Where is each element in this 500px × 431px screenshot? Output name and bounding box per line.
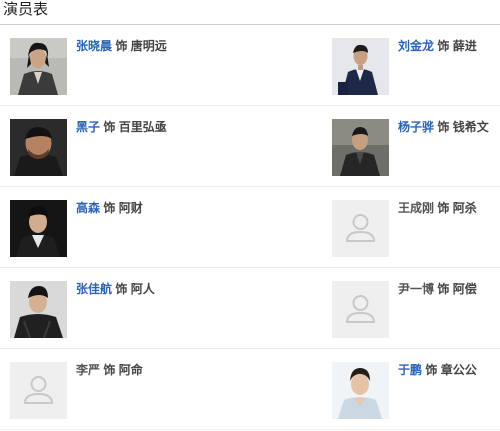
role-name: 薛进 (452, 39, 477, 53)
cast-entry: 王成刚 饰 阿杀 (332, 200, 500, 257)
cast-row: 黑子 饰 百里弘亟 杨子骅 饰 钱希文 (0, 106, 500, 187)
as-label: 饰 (437, 120, 450, 134)
actor-name: 尹一博 (398, 282, 435, 296)
as-label: 饰 (103, 120, 116, 134)
as-label: 饰 (103, 363, 116, 377)
actor-photo[interactable] (332, 362, 389, 419)
role-name: 钱希文 (452, 120, 489, 134)
role-name: 阿财 (118, 201, 143, 215)
cast-text: 杨子骅 饰 钱希文 (398, 120, 489, 134)
cast-text: 张晓晨 饰 唐明远 (76, 39, 167, 53)
as-label: 饰 (437, 201, 450, 215)
actor-photo[interactable] (10, 119, 67, 176)
cast-text: 尹一博 饰 阿偿 (398, 282, 477, 296)
actor-name-link[interactable]: 于鹏 (398, 363, 422, 377)
actor-photo[interactable] (10, 281, 67, 338)
as-label: 饰 (425, 363, 438, 377)
cast-row: 高森 饰 阿财 王成刚 饰 阿杀 (0, 187, 500, 268)
as-label: 饰 (115, 39, 128, 53)
role-name: 章公公 (440, 363, 477, 377)
actor-name-link[interactable]: 杨子骅 (398, 120, 434, 134)
cast-text: 张佳航 饰 阿人 (76, 282, 155, 296)
cast-entry: 刘金龙 饰 薛进 (332, 38, 500, 95)
as-label: 饰 (437, 282, 450, 296)
as-label: 饰 (437, 39, 450, 53)
cast-text: 于鹏 饰 章公公 (398, 363, 477, 377)
role-name: 阿偿 (452, 282, 477, 296)
actor-name: 李严 (76, 363, 101, 377)
cast-entry: 尹一博 饰 阿偿 (332, 281, 500, 338)
cast-text: 李严 饰 阿命 (76, 363, 143, 377)
actor-name: 王成刚 (398, 201, 435, 215)
cast-entry: 黑子 饰 百里弘亟 (10, 119, 310, 176)
actor-photo[interactable] (332, 119, 389, 176)
cast-entry: 李严 饰 阿命 (10, 362, 310, 419)
cast-entry: 于鹏 饰 章公公 (332, 362, 500, 419)
as-label: 饰 (103, 201, 116, 215)
actor-name-link[interactable]: 刘金龙 (398, 39, 434, 53)
role-name: 唐明远 (130, 39, 167, 53)
cast-row: 张佳航 饰 阿人 尹一博 饰 阿偿 (0, 268, 500, 349)
cast-entry: 高森 饰 阿财 (10, 200, 310, 257)
as-label: 饰 (115, 282, 128, 296)
actor-photo[interactable] (332, 38, 389, 95)
cast-entry: 杨子骅 饰 钱希文 (332, 119, 500, 176)
role-name: 阿人 (130, 282, 155, 296)
actor-photo[interactable] (10, 38, 67, 95)
cast-text: 高森 饰 阿财 (76, 201, 143, 215)
cast-text: 刘金龙 饰 薛进 (398, 39, 477, 53)
actor-name-link[interactable]: 高森 (76, 201, 100, 215)
cast-list: 张晓晨 饰 唐明远 刘金龙 饰 薛进 黑子 饰 百里弘亟 杨子骅 饰 钱希文 高… (0, 25, 500, 430)
cast-row: 李严 饰 阿命 于鹏 饰 章公公 (0, 349, 500, 430)
cast-text: 黑子 饰 百里弘亟 (76, 120, 167, 134)
avatar-placeholder-icon[interactable] (332, 281, 389, 338)
actor-name-link[interactable]: 黑子 (76, 120, 100, 134)
cast-entry: 张佳航 饰 阿人 (10, 281, 310, 338)
avatar-placeholder-icon[interactable] (10, 362, 67, 419)
role-name: 百里弘亟 (118, 120, 167, 134)
cast-text: 王成刚 饰 阿杀 (398, 201, 477, 215)
section-title: 演员表 (0, 0, 500, 25)
actor-name-link[interactable]: 张晓晨 (76, 39, 112, 53)
cast-entry: 张晓晨 饰 唐明远 (10, 38, 310, 95)
role-name: 阿命 (118, 363, 143, 377)
role-name: 阿杀 (452, 201, 477, 215)
actor-name-link[interactable]: 张佳航 (76, 282, 112, 296)
cast-row: 张晓晨 饰 唐明远 刘金龙 饰 薛进 (0, 25, 500, 106)
actor-photo[interactable] (10, 200, 67, 257)
avatar-placeholder-icon[interactable] (332, 200, 389, 257)
